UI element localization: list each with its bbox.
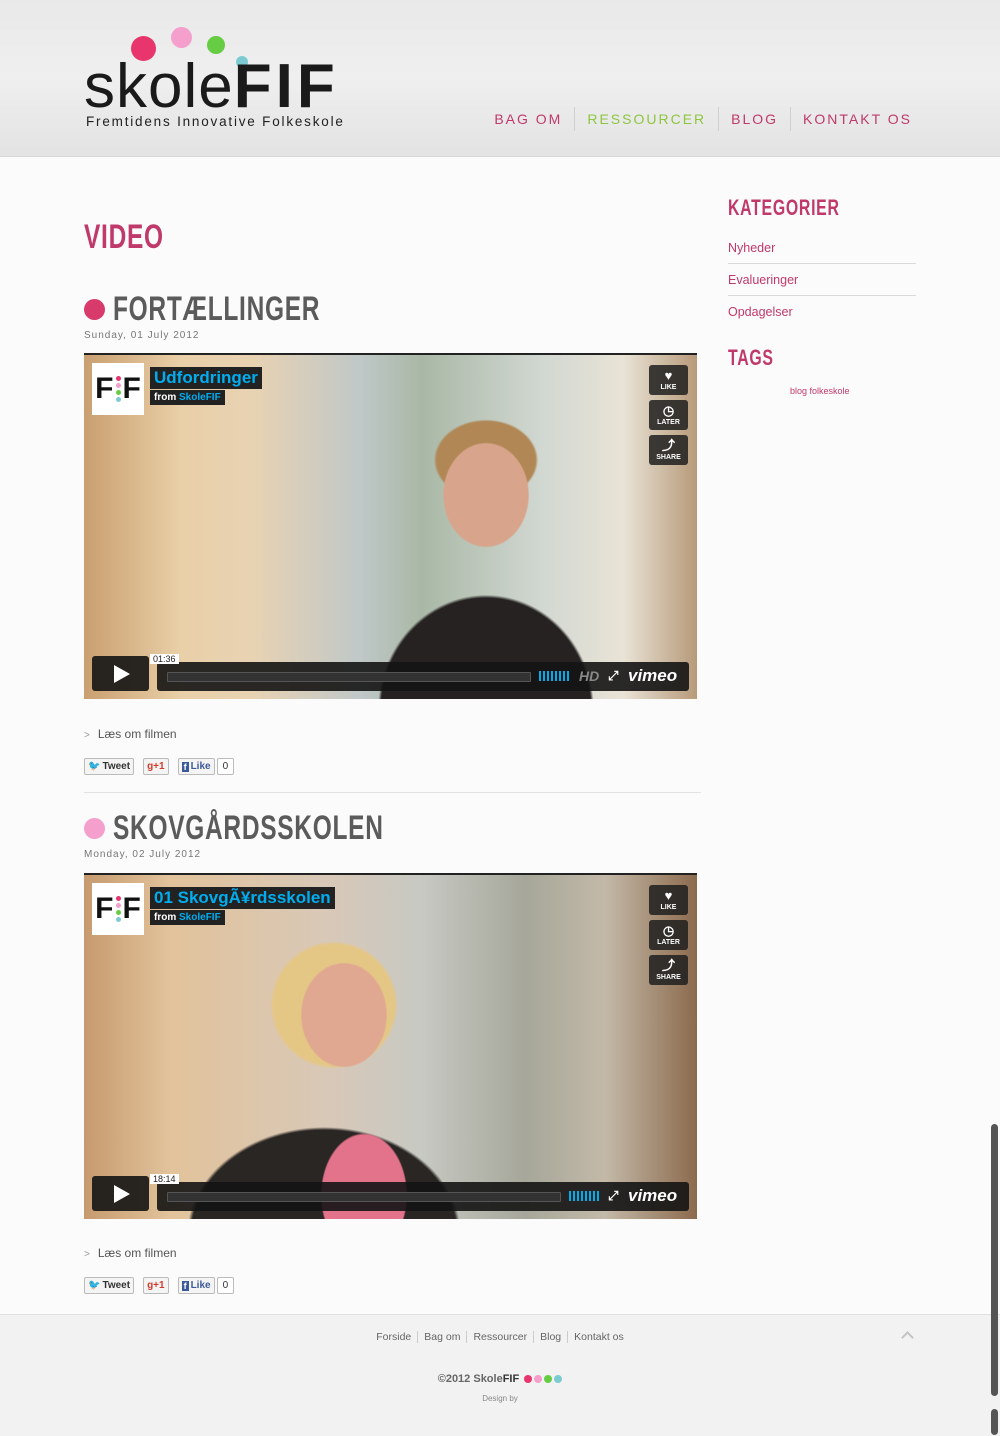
heart-icon: ♥ bbox=[664, 368, 673, 383]
footer-dot bbox=[534, 1375, 543, 1384]
nav-blog[interactable]: BLOG bbox=[718, 107, 790, 131]
vimeo-logo[interactable]: vimeo bbox=[628, 1186, 677, 1206]
footer-dot bbox=[554, 1375, 563, 1384]
video-thumbnail bbox=[144, 895, 504, 1219]
footer-dot bbox=[544, 1375, 553, 1384]
article-bullet bbox=[84, 818, 105, 839]
video-thumbnail bbox=[336, 400, 636, 699]
footer-link-forside[interactable]: Forside bbox=[370, 1331, 417, 1343]
clock-icon: ◷ bbox=[662, 403, 675, 418]
category-opdagelser[interactable]: Opdagelser bbox=[728, 305, 916, 327]
nav-bag-om[interactable]: BAG OM bbox=[482, 107, 574, 131]
video-channel-logo: FF bbox=[92, 883, 144, 935]
category-evalueringer[interactable]: Evalueringer bbox=[728, 273, 916, 296]
footer-link-bag-om[interactable]: Bag om bbox=[417, 1331, 467, 1343]
article-bullet bbox=[84, 299, 105, 320]
site-header: skoleFIF Fremtidens Innovative Folkeskol… bbox=[0, 0, 1000, 157]
twitter-bird-icon: 🐦 bbox=[88, 761, 101, 772]
design-credit: Design by bbox=[482, 1394, 518, 1403]
clock-icon: ◷ bbox=[662, 923, 675, 938]
page-title: VIDEO bbox=[84, 218, 164, 256]
video-player[interactable]: FF Udfordringer from SkoleFIF ♥ LIKE ◷ LAT… bbox=[84, 353, 697, 699]
video-like-button[interactable]: ♥ LIKE bbox=[649, 885, 688, 915]
facebook-icon: f bbox=[181, 1280, 189, 1291]
category-nyheder[interactable]: Nyheder bbox=[728, 241, 916, 264]
google-plus-button[interactable]: g +1 bbox=[143, 758, 169, 775]
copyright: ©2012 SkoleFIF bbox=[0, 1373, 1000, 1385]
social-share-bar: 🐦 Tweet g +1 f Like 0 bbox=[84, 758, 243, 775]
site-logo[interactable]: skoleFIF Fremtidens Innovative Folkeskol… bbox=[84, 22, 374, 134]
volume-icon[interactable] bbox=[539, 671, 569, 681]
site-footer: Forside Bag om Ressourcer Blog Kontakt os ©2… bbox=[0, 1314, 1000, 1436]
social-share-bar: 🐦 Tweet g +1 f Like 0 bbox=[84, 1277, 243, 1294]
footer-link-ressourcer[interactable]: Ressourcer bbox=[466, 1331, 534, 1343]
categories-heading: KATEGORIER bbox=[728, 195, 840, 220]
facebook-like-button[interactable]: f Like bbox=[177, 758, 215, 775]
read-more-link[interactable]: > Læs om filmen bbox=[84, 727, 177, 741]
share-icon: ⤴ bbox=[661, 438, 675, 453]
video-progress-track[interactable] bbox=[167, 1192, 561, 1202]
logo-wordmark: skoleFIF bbox=[84, 52, 339, 121]
article-divider bbox=[84, 792, 701, 793]
main-nav: BAG OM RESSOURCER BLOG KONTAKT OS bbox=[482, 107, 924, 131]
nav-kontakt-os[interactable]: KONTAKT OS bbox=[790, 107, 924, 131]
scrollbar-thumb-lower[interactable] bbox=[991, 1409, 998, 1435]
video-time: 18:14 bbox=[150, 1174, 179, 1184]
like-count: 0 bbox=[216, 758, 235, 775]
share-icon: ⤴ bbox=[661, 958, 675, 973]
play-button[interactable] bbox=[92, 656, 149, 691]
article-date: Sunday, 01 July 2012 bbox=[84, 330, 200, 341]
video-later-button[interactable]: ◷ LATER bbox=[649, 920, 688, 950]
video-share-button[interactable]: ⤴ SHARE bbox=[649, 955, 688, 985]
video-player[interactable]: FF 01 SkovgÃ¥rdsskolen from SkoleFIF ♥ LI… bbox=[84, 873, 697, 1219]
chevron-right-icon: > bbox=[84, 1249, 90, 1260]
video-from[interactable]: from SkoleFIF bbox=[150, 910, 225, 925]
chevron-right-icon: > bbox=[84, 730, 90, 741]
video-controls: HD ⤢ vimeo 01:36 bbox=[92, 654, 689, 691]
video-progress-track[interactable] bbox=[167, 672, 531, 682]
article-title[interactable]: FORTÆLLINGER bbox=[84, 290, 401, 329]
video-later-button[interactable]: ◷ LATER bbox=[649, 400, 688, 430]
footer-nav: Forside Bag om Ressourcer Blog Kontakt os bbox=[0, 1331, 1000, 1343]
scrollbar-thumb[interactable] bbox=[991, 1124, 998, 1396]
video-control-bar: ⤢ vimeo bbox=[157, 1182, 689, 1211]
tweet-button[interactable]: 🐦 Tweet bbox=[84, 1277, 135, 1294]
video-from[interactable]: from SkoleFIF bbox=[150, 390, 225, 405]
fullscreen-icon[interactable]: ⤢ bbox=[608, 668, 618, 684]
google-plus-button[interactable]: g +1 bbox=[143, 1277, 169, 1294]
fullscreen-icon[interactable]: ⤢ bbox=[608, 1188, 618, 1204]
video-channel-logo: FF bbox=[92, 363, 144, 415]
tweet-button[interactable]: 🐦 Tweet bbox=[84, 758, 135, 775]
heart-icon: ♥ bbox=[664, 888, 673, 903]
video-like-button[interactable]: ♥ LIKE bbox=[649, 365, 688, 395]
read-more-link[interactable]: > Læs om filmen bbox=[84, 1246, 177, 1260]
play-button[interactable] bbox=[92, 1176, 149, 1211]
video-control-bar: HD ⤢ vimeo bbox=[157, 662, 689, 691]
facebook-like-button[interactable]: f Like bbox=[177, 1277, 215, 1294]
tags-heading: TAGS bbox=[728, 345, 774, 370]
video-title[interactable]: Udfordringer bbox=[150, 367, 262, 389]
article-title[interactable]: SKOVGÅRDSSKOLEN bbox=[84, 809, 489, 848]
video-time: 01:36 bbox=[150, 654, 179, 664]
volume-icon[interactable] bbox=[569, 1191, 599, 1201]
vimeo-logo[interactable]: vimeo bbox=[628, 666, 677, 686]
logo-dot-lightpink bbox=[171, 27, 192, 48]
like-count: 0 bbox=[216, 1277, 235, 1294]
footer-link-kontakt-os[interactable]: Kontakt os bbox=[567, 1331, 630, 1343]
footer-link-blog[interactable]: Blog bbox=[533, 1331, 568, 1343]
facebook-icon: f bbox=[181, 761, 189, 772]
nav-ressourcer[interactable]: RESSOURCER bbox=[574, 107, 718, 131]
hd-button[interactable]: HD bbox=[579, 668, 599, 684]
video-title[interactable]: 01 SkovgÃ¥rdsskolen bbox=[150, 887, 335, 909]
video-share-button[interactable]: ⤴ SHARE bbox=[649, 435, 688, 465]
video-controls: ⤢ vimeo 18:14 bbox=[92, 1174, 689, 1211]
tag-cloud[interactable]: blog folkeskole bbox=[790, 386, 850, 396]
logo-tagline: Fremtidens Innovative Folkeskole bbox=[86, 114, 345, 129]
footer-dot bbox=[524, 1375, 533, 1384]
article-date: Monday, 02 July 2012 bbox=[84, 849, 202, 860]
twitter-bird-icon: 🐦 bbox=[88, 1280, 101, 1291]
